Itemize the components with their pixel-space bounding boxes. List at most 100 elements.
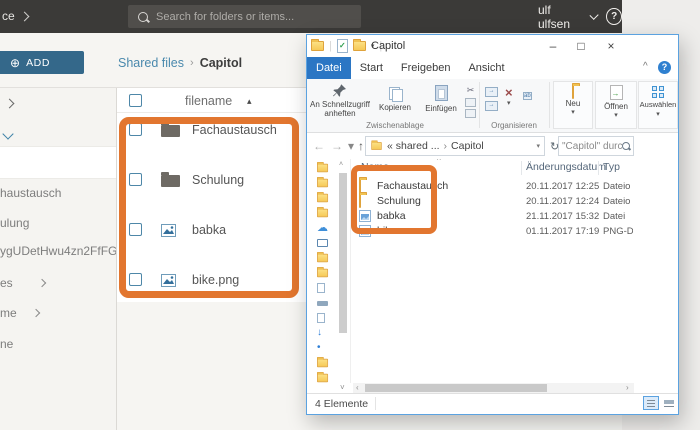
open-file-icon [609,85,623,100]
rename-icon: ab [523,92,532,100]
folder-icon [311,39,324,51]
folder-icon[interactable] [317,177,329,188]
clipboard-icon [434,85,448,101]
breadcrumb-parent-link[interactable]: Shared files [118,56,184,70]
column-divider[interactable] [598,161,599,175]
tab-start[interactable]: Start [351,57,392,79]
address-dropdown-icon[interactable]: ▾ [536,142,540,150]
topbar-breadcrumb-partial[interactable]: ce [2,9,30,23]
paste-button[interactable]: Einfügen [419,84,463,113]
separator [375,397,376,410]
document-icon[interactable] [317,283,325,293]
open-button-label: Öffnen [604,102,628,111]
search-icon [138,11,148,22]
paste-button-label: Einfügen [425,104,457,113]
column-header-date[interactable]: Änderungsdatum [526,161,606,173]
copy-to-icon[interactable]: → [485,101,498,111]
copy-icon [389,87,403,102]
select-dropdown-icon: ▾ [656,110,660,118]
sidebar-item[interactable]: ygUDetHwu4zn2FfFG8kylI850 [0,244,117,260]
tab-ansicht[interactable]: Ansicht [459,57,513,79]
scroll-left-icon[interactable]: ‹ [356,383,359,393]
navigation-scrollbar[interactable]: ˄ [338,161,348,379]
folder-icon[interactable] [317,357,329,368]
move-copy-buttons: → → [485,87,498,111]
sidebar-item[interactable]: es [0,276,116,292]
sidebar-item-label: haustausch [0,186,62,200]
cut-icon[interactable]: ✂ [467,85,475,96]
select-button[interactable]: Auswählen ▾ [638,81,678,129]
explorer-search-input[interactable]: "Capitol" durchs... [558,136,634,156]
folder-icon[interactable] [317,207,329,218]
breadcrumb-current: Capitol [199,56,243,70]
scrollbar-thumb[interactable] [339,173,347,333]
scroll-right-icon[interactable]: › [626,383,629,393]
document-icon[interactable] [317,313,325,323]
column-header-type[interactable]: Typ [603,161,620,173]
horizontal-scrollbar[interactable]: ˅ ‹ › [307,383,678,393]
sidebar-selected-item[interactable] [0,146,116,179]
folder-icon[interactable] [317,252,329,263]
user-menu[interactable]: ulf ulfsen ? [538,0,622,33]
breadcrumb-separator: › [190,57,194,69]
sidebar-item-label: ygUDetHwu4zn2FfFG8kylI850 [0,244,117,258]
folder-icon [371,140,382,150]
rename-button[interactable]: ab [523,88,532,100]
explorer-window: | ✓ ▾ | Capitol – □ × Datei Start Freige… [306,34,679,415]
scrollbar-thumb[interactable] [365,384,547,392]
maximize-button[interactable]: □ [571,35,591,57]
onedrive-cloud-icon[interactable]: ☁ [317,223,328,234]
explorer-help-icon[interactable]: ? [658,61,671,74]
sidebar-item[interactable]: me [0,306,116,322]
sidebar-item[interactable]: ne [0,337,116,353]
minimize-button[interactable]: – [543,35,563,57]
copy-path-icon[interactable] [465,98,476,107]
open-button[interactable]: Öffnen ▾ [595,81,637,129]
downloads-icon[interactable]: ↓ [317,328,322,338]
sidebar-expander-chevron-right-icon[interactable] [4,98,15,109]
sidebar-item[interactable]: ulung [0,216,116,232]
copy-button[interactable]: Kopieren [373,85,417,112]
drive-icon[interactable] [317,300,328,306]
sidebar-expander-chevron-down-icon[interactable] [2,128,14,140]
this-pc-icon[interactable] [317,239,328,247]
sidebar-item[interactable]: haustausch [0,186,116,202]
collapse-ribbon-icon[interactable]: ^ [643,61,648,72]
sidebar-item-label: me [0,306,17,320]
address-input[interactable]: « shared ... › Capitol ▾ [365,136,545,156]
paste-shortcut-icon[interactable] [465,109,476,118]
nav-scroll-down-icon[interactable]: ˅ [340,383,345,393]
history-dropdown-icon[interactable]: ▾ [348,139,354,153]
new-folder-icon[interactable] [352,39,366,51]
help-icon[interactable]: ? [606,8,622,25]
new-button[interactable]: Neu ▾ [553,81,593,129]
pin-to-quickaccess-button[interactable]: An Schnellzugriff anheften [309,83,371,118]
path-prefix[interactable]: « shared ... [387,140,440,152]
forward-icon[interactable]: → [331,139,343,153]
back-icon[interactable]: ← [313,139,325,153]
folder-icon[interactable] [317,372,329,383]
chevron-right-icon [19,11,30,21]
delete-dropdown-icon: ▾ [507,100,511,107]
scroll-up-icon[interactable]: ˄ [339,161,343,168]
up-icon[interactable]: ↑ [358,139,364,153]
tab-freigeben[interactable]: Freigeben [392,57,460,79]
move-to-icon[interactable]: → [485,87,498,97]
folder-icon[interactable] [317,267,329,278]
add-button[interactable]: ⊕ ADD [0,51,84,74]
close-button[interactable]: × [601,35,621,57]
content-view-button[interactable] [661,396,677,410]
clipboard-small-buttons: ✂ [465,85,476,118]
chevron-down-icon [589,10,599,20]
search-input[interactable]: Search for folders or items... [128,5,361,28]
details-view-button[interactable] [643,396,659,410]
column-divider[interactable] [521,161,522,175]
explorer-search-text: "Capitol" durchs... [562,140,622,152]
folder-icon[interactable] [317,192,329,203]
folder-icon[interactable] [317,162,329,173]
network-icon[interactable]: • [317,343,321,353]
properties-check-icon[interactable]: ✓ [336,39,348,53]
delete-button[interactable]: × ▾ [505,86,513,107]
path-current[interactable]: Capitol [451,140,484,152]
tab-datei[interactable]: Datei [307,57,351,79]
